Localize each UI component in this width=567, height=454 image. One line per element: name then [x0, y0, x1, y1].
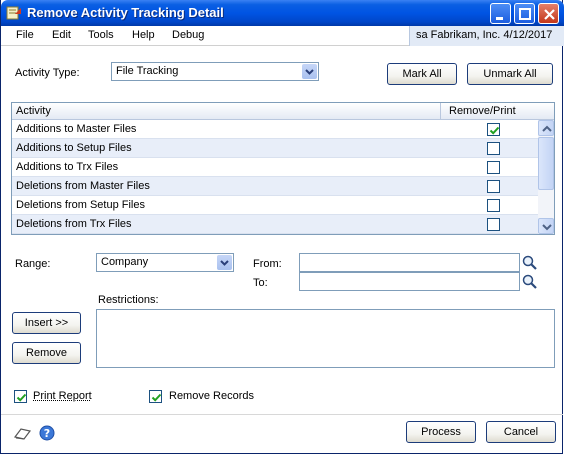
restrictions-list[interactable]	[96, 309, 555, 368]
table-row[interactable]: Additions to Setup Files	[12, 139, 538, 158]
column-remove-print[interactable]: Remove/Print	[449, 105, 516, 117]
activity-cell: Additions to Setup Files	[16, 142, 132, 154]
minimize-button[interactable]	[490, 3, 511, 24]
dialog-window: Remove Activity Tracking Detail File Edi…	[0, 0, 564, 454]
cancel-button[interactable]: Cancel	[486, 421, 556, 443]
table-row[interactable]: Additions to Master Files	[12, 120, 538, 139]
remove-print-checkbox[interactable]	[487, 161, 500, 174]
maximize-button[interactable]	[514, 3, 535, 24]
chevron-down-icon[interactable]	[217, 255, 232, 270]
activity-cell: Deletions from Master Files	[16, 180, 150, 192]
close-button[interactable]	[538, 3, 559, 24]
activity-type-value: File Tracking	[116, 65, 179, 77]
activity-type-dropdown[interactable]: File Tracking	[111, 62, 319, 81]
print-report-label[interactable]: Print Report	[33, 390, 92, 402]
restrictions-label: Restrictions:	[98, 294, 159, 306]
svg-text:?: ?	[44, 427, 50, 440]
footer-divider	[1, 414, 563, 415]
table-row[interactable]: Additions to Trx Files	[12, 158, 538, 177]
activity-type-label: Activity Type:	[15, 67, 80, 79]
to-label: To:	[253, 277, 268, 289]
chevron-down-icon[interactable]	[302, 64, 317, 79]
unmark-all-button[interactable]: Unmark All	[467, 63, 553, 85]
remove-records-label[interactable]: Remove Records	[169, 390, 254, 402]
title-bar[interactable]: Remove Activity Tracking Detail	[1, 0, 564, 26]
menu-file[interactable]: File	[16, 29, 34, 41]
remove-button[interactable]: Remove	[12, 342, 81, 364]
vertical-scrollbar[interactable]	[538, 120, 554, 234]
activity-cell: Deletions from Trx Files	[16, 218, 132, 230]
insert-button[interactable]: Insert >>	[12, 312, 81, 334]
table-row[interactable]: Deletions from Setup Files	[12, 196, 538, 215]
activity-cell: Additions to Trx Files	[16, 161, 119, 173]
user-company-date: sa Fabrikam, Inc. 4/12/2017	[409, 26, 564, 46]
menu-bar: File Edit Tools Help Debug sa Fabrikam, …	[1, 26, 564, 46]
menu-debug[interactable]: Debug	[172, 29, 204, 41]
remove-print-checkbox[interactable]	[487, 199, 500, 212]
magnifier-icon[interactable]	[521, 273, 539, 291]
remove-print-checkbox[interactable]	[487, 218, 500, 231]
from-input[interactable]	[299, 253, 520, 272]
menu-tools[interactable]: Tools	[88, 29, 114, 41]
window-title: Remove Activity Tracking Detail	[27, 5, 224, 20]
menu-edit[interactable]: Edit	[52, 29, 71, 41]
range-value: Company	[101, 256, 149, 268]
activity-cell: Additions to Master Files	[16, 123, 137, 135]
from-label: From:	[253, 258, 282, 270]
process-button[interactable]: Process	[406, 421, 476, 443]
magnifier-icon[interactable]	[521, 254, 539, 272]
grid-header: Activity Remove/Print	[12, 103, 554, 120]
remove-print-checkbox[interactable]	[487, 123, 500, 136]
scroll-up-button[interactable]	[538, 120, 554, 136]
range-label: Range:	[15, 258, 51, 270]
scroll-thumb[interactable]	[538, 137, 554, 190]
print-report-checkbox[interactable]	[14, 390, 27, 403]
note-icon[interactable]	[13, 425, 33, 441]
remove-print-checkbox[interactable]	[487, 180, 500, 193]
to-input[interactable]	[299, 272, 520, 291]
remove-records-checkbox[interactable]	[149, 390, 162, 403]
column-activity[interactable]: Activity	[16, 105, 51, 117]
activity-grid: Activity Remove/Print Additions to Maste…	[11, 102, 555, 235]
remove-print-checkbox[interactable]	[487, 142, 500, 155]
column-separator	[440, 103, 441, 120]
range-dropdown[interactable]: Company	[96, 253, 234, 272]
tracking-app-icon	[6, 5, 22, 21]
scroll-down-button[interactable]	[538, 218, 554, 234]
menu-help[interactable]: Help	[132, 29, 155, 41]
mark-all-button[interactable]: Mark All	[387, 63, 457, 85]
table-row[interactable]: Deletions from Trx Files	[12, 215, 538, 234]
table-row[interactable]: Deletions from Master Files	[12, 177, 538, 196]
activity-cell: Deletions from Setup Files	[16, 199, 145, 211]
help-icon[interactable]: ?	[39, 425, 55, 441]
